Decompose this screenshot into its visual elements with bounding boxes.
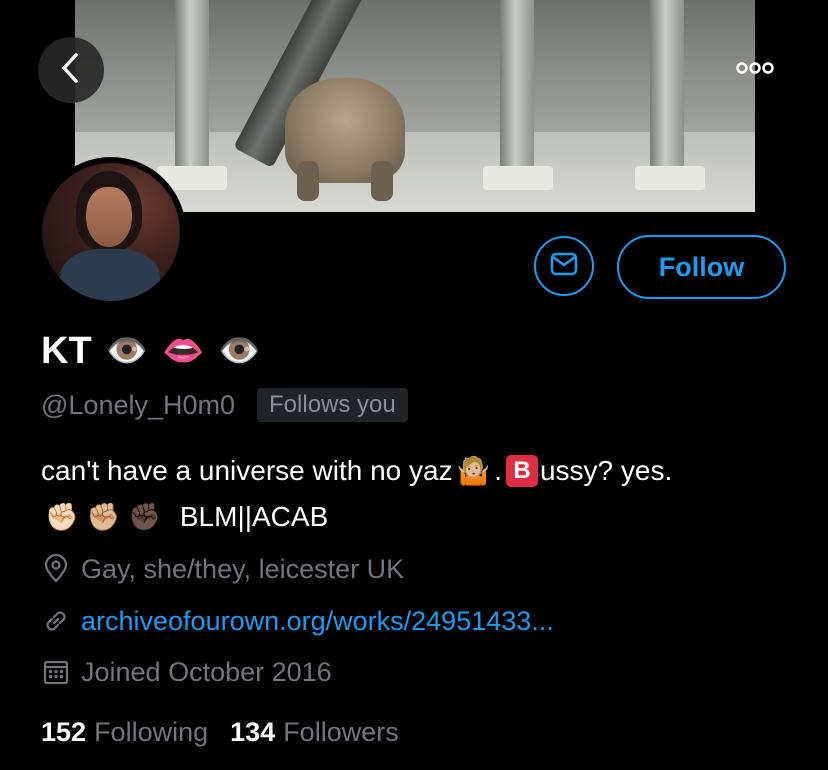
following-label: Following bbox=[94, 716, 209, 747]
follows-you-badge: Follows you bbox=[257, 388, 408, 422]
eye-emoji: 👁️ bbox=[105, 332, 148, 370]
follow-button[interactable]: Follow bbox=[617, 235, 786, 299]
fist-emoji: ✊🏼 bbox=[86, 502, 121, 532]
back-button[interactable] bbox=[38, 37, 104, 103]
avatar-image bbox=[42, 163, 180, 301]
location-row: Gay, she/they, leicester UK bbox=[41, 549, 404, 589]
banner-base bbox=[635, 166, 705, 190]
bio-text: can't have a universe with no yaz bbox=[41, 455, 453, 486]
more-dots-icon bbox=[735, 61, 775, 80]
eye-emoji: 👁️ bbox=[218, 332, 261, 370]
bio-line: ✊🏻 ✊🏼 ✊🏿 BLM||ACAB bbox=[41, 494, 801, 540]
username-handle: @Lonely_H0m0 bbox=[41, 389, 236, 420]
bio-text: BLM||ACAB bbox=[179, 501, 329, 532]
joined-date: Joined October 2016 bbox=[81, 656, 332, 687]
following-link[interactable]: 152 Following bbox=[41, 717, 208, 748]
fist-emoji: ✊🏻 bbox=[45, 502, 79, 532]
calendar-icon bbox=[41, 657, 71, 687]
location-pin-icon bbox=[41, 554, 71, 584]
banner-pole bbox=[650, 0, 684, 170]
handle-row: @Lonely_H0m0 Follows you bbox=[41, 385, 408, 425]
more-options-button[interactable] bbox=[722, 50, 788, 90]
bio-line: can't have a universe with no yaz 🤷🏼 . B… bbox=[41, 448, 801, 494]
fist-emoji: ✊🏿 bbox=[128, 502, 162, 532]
message-button[interactable] bbox=[534, 236, 594, 296]
location-text: Gay, she/they, leicester UK bbox=[81, 553, 405, 584]
profile-banner[interactable] bbox=[75, 0, 755, 212]
avatar-body bbox=[60, 249, 160, 301]
follow-stats: 152 Following 134 Followers bbox=[41, 712, 399, 752]
envelope-icon bbox=[549, 251, 579, 282]
chevron-left-icon bbox=[58, 51, 84, 90]
display-name-row: KT 👁️ 👄 👁️ bbox=[41, 327, 261, 375]
followers-link[interactable]: 134 Followers bbox=[230, 717, 399, 748]
display-name: KT bbox=[41, 329, 92, 372]
website-link[interactable]: archiveofourown.org/works/24951433... bbox=[81, 606, 554, 637]
lips-emoji: 👄 bbox=[162, 332, 205, 370]
banner-pole bbox=[500, 0, 534, 170]
creature-leg bbox=[297, 161, 319, 201]
avatar-face bbox=[86, 187, 132, 247]
bio-text: . bbox=[494, 455, 502, 486]
followers-label: Followers bbox=[283, 716, 399, 747]
following-count: 152 bbox=[41, 716, 87, 747]
website-row: archiveofourown.org/works/24951433... bbox=[41, 601, 554, 641]
banner-base bbox=[483, 166, 553, 190]
bio: can't have a universe with no yaz 🤷🏼 . B… bbox=[41, 448, 801, 540]
creature-leg bbox=[371, 161, 393, 201]
b-button-emoji: B bbox=[505, 455, 538, 487]
followers-count: 134 bbox=[230, 716, 276, 747]
link-icon bbox=[41, 606, 71, 636]
bio-text: ussy? yes. bbox=[539, 455, 673, 486]
joined-row: Joined October 2016 bbox=[41, 652, 332, 692]
avatar[interactable] bbox=[36, 157, 186, 307]
banner-pole bbox=[175, 0, 209, 170]
shrug-emoji: 🤷🏼 bbox=[456, 456, 491, 486]
banner-creature bbox=[285, 78, 405, 201]
